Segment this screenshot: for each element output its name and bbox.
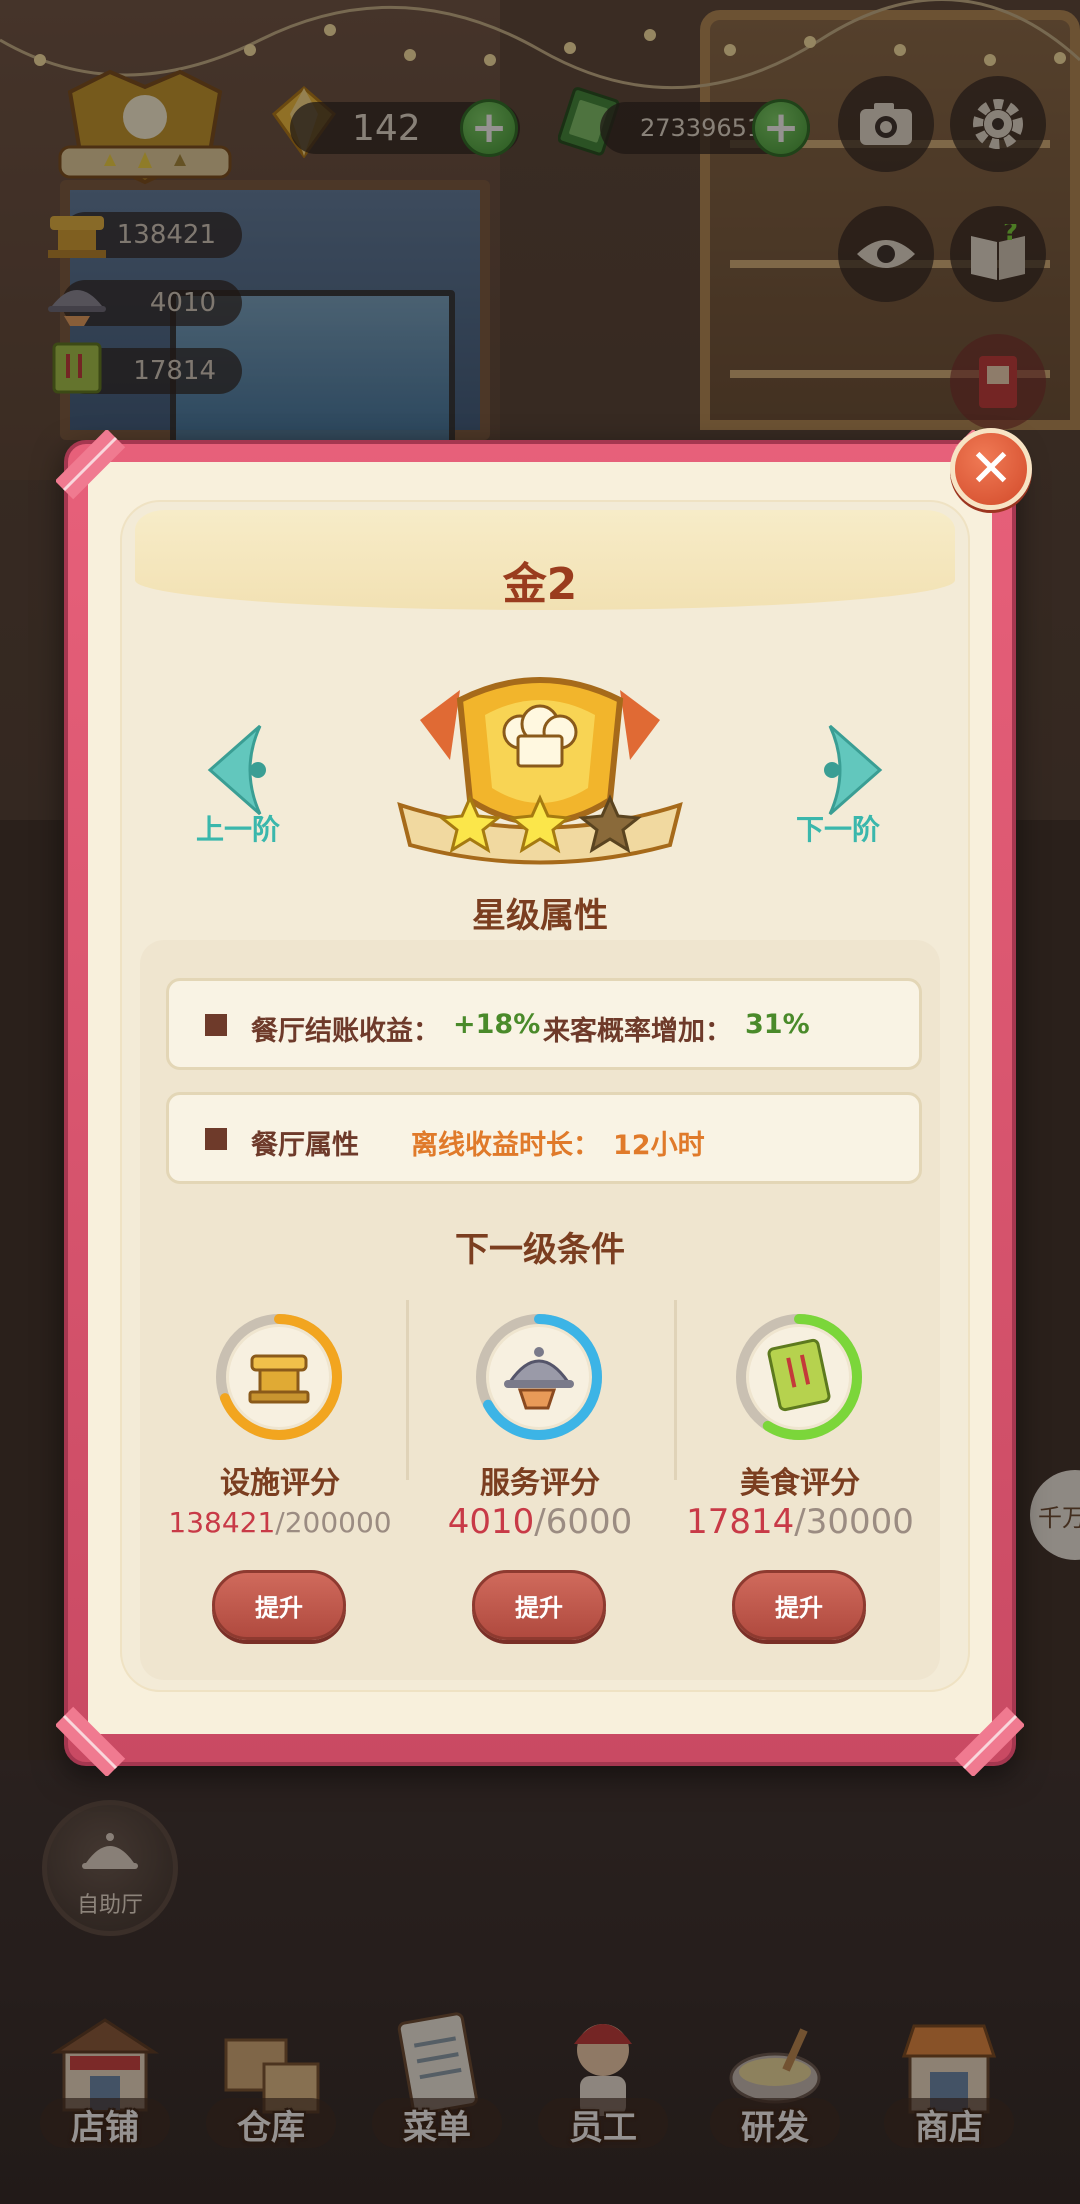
- food-score-progress: 17814/30000: [670, 1502, 930, 1542]
- facility-total: /200000: [275, 1506, 392, 1539]
- gold-ingot-icon: [248, 1354, 310, 1404]
- attribute-row-income: 餐厅结账收益： +18% 来客概率增加： 31%: [166, 978, 922, 1070]
- offline-income-label: 离线收益时长：: [411, 1130, 600, 1161]
- prev-tier-label[interactable]: 上一阶: [168, 808, 308, 848]
- upgrade-service-button[interactable]: 提升: [472, 1570, 606, 1640]
- next-tier-label[interactable]: 下一阶: [768, 808, 908, 848]
- attribute-bullet: [205, 1014, 227, 1036]
- rank-title: 金2: [502, 559, 578, 610]
- service-total: /6000: [534, 1502, 633, 1542]
- prev-tier-arrow-icon[interactable]: [200, 720, 290, 820]
- attribute-bullet: [205, 1128, 227, 1150]
- checkout-income-value: +18%: [453, 1009, 541, 1040]
- recipe-book-icon: [767, 1338, 831, 1412]
- food-score-label: 美食评分: [740, 1466, 860, 1501]
- attribute-row-offline: 餐厅属性 离线收益时长： 12小时: [166, 1092, 922, 1184]
- upgrade-facility-button[interactable]: 提升: [212, 1570, 346, 1640]
- upgrade-food-button[interactable]: 提升: [732, 1570, 866, 1640]
- food-progress-ring: [736, 1314, 862, 1440]
- service-current: 4010: [447, 1502, 535, 1542]
- service-score-progress: 4010/6000: [410, 1502, 670, 1542]
- column-divider: [674, 1300, 677, 1480]
- star-attributes-title: 星级属性: [472, 896, 608, 936]
- offline-income-value: 12小时: [613, 1130, 705, 1161]
- gold-chef-emblem-icon: [397, 677, 683, 865]
- facility-current: 138421: [168, 1506, 276, 1539]
- facility-progress-ring: [216, 1314, 342, 1440]
- close-button[interactable]: ✕: [950, 428, 1032, 510]
- next-level-conditions-title: 下一级条件: [455, 1230, 625, 1270]
- close-icon: ✕: [969, 439, 1013, 499]
- corner-ribbon-top-left-icon: [56, 430, 126, 500]
- next-tier-arrow-icon[interactable]: [800, 720, 890, 820]
- column-divider: [406, 1300, 409, 1480]
- visitor-rate-label: 来客概率增加：: [543, 1016, 732, 1047]
- facility-score-label: 设施评分: [220, 1466, 340, 1501]
- checkout-income-label: 餐厅结账收益：: [251, 1016, 440, 1047]
- food-current: 17814: [686, 1502, 795, 1542]
- service-progress-ring: [476, 1314, 602, 1440]
- facility-score-progress: 138421/200000: [150, 1506, 410, 1539]
- food-total: /30000: [794, 1502, 914, 1542]
- restaurant-attribute-label: 餐厅属性: [251, 1130, 359, 1161]
- service-score-label: 服务评分: [480, 1466, 600, 1501]
- visitor-rate-value: 31%: [745, 1009, 810, 1040]
